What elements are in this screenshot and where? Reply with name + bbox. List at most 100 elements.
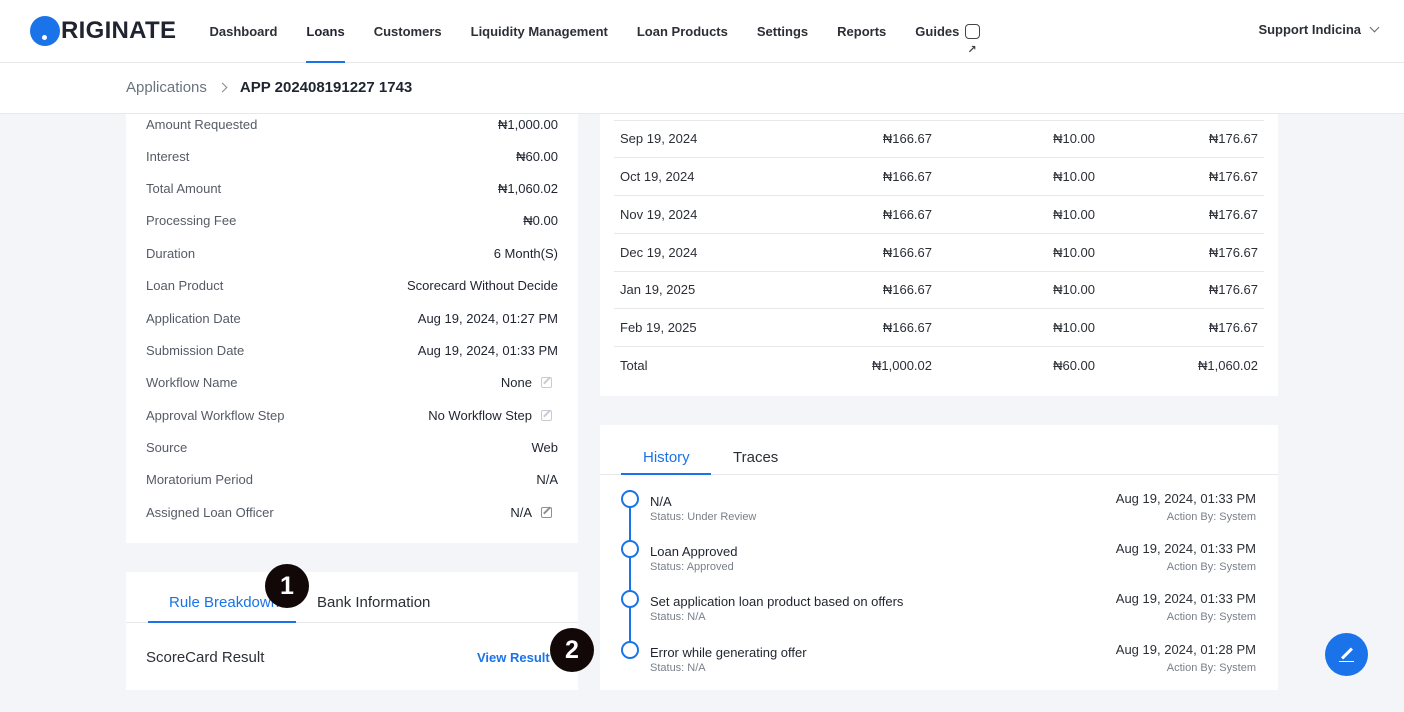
nav-loan-products[interactable]: Loan Products: [622, 0, 742, 63]
detail-value: ₦0.00: [523, 212, 558, 228]
detail-label: Interest: [146, 148, 190, 164]
nav-customers[interactable]: Customers: [359, 0, 456, 63]
breadcrumb-applications[interactable]: Applications: [126, 79, 207, 96]
event-action-by: Action By: System: [1166, 511, 1256, 523]
history-tabs: History Traces: [600, 425, 1278, 475]
edit-workflow-icon[interactable]: [541, 376, 552, 388]
loan-details-card: Amount Requested ₦1,000.00 Interest ₦60.00…: [126, 114, 578, 543]
cell-total-label: Total: [620, 358, 648, 373]
cell-date: Feb 19, 2025: [620, 320, 697, 335]
edit-fab-button[interactable]: [1325, 633, 1368, 676]
cell-principal: ₦166.67: [882, 131, 932, 146]
event-status: Status: Under Review: [650, 511, 757, 523]
table-row: Sep 19, 2024 ₦166.67 ₦10.00 ₦176.67: [614, 120, 1264, 158]
edit-loan-officer-icon[interactable]: [541, 506, 552, 518]
cell-interest: ₦10.00: [1053, 207, 1095, 222]
tab-rule-breakdown[interactable]: Rule Breakdown: [169, 594, 279, 611]
cell-principal-total: ₦1,000.02: [872, 358, 932, 373]
detail-row: Processing Fee ₦0.00: [146, 210, 558, 230]
detail-value: None: [500, 374, 532, 390]
logo-mark-icon: [30, 16, 60, 46]
table-total-row: Total ₦1,000.02 ₦60.00 ₦1,060.02: [614, 347, 1264, 385]
detail-row: Total Amount ₦1,060.02: [146, 178, 558, 198]
tab-traces[interactable]: Traces: [733, 449, 778, 466]
cell-interest: ₦10.00: [1053, 282, 1095, 297]
annotation-marker-1: 1: [265, 564, 309, 608]
timeline-dot-icon: [621, 641, 639, 659]
breadcrumb-current: APP 202408191227 1743: [239, 79, 413, 96]
repayment-schedule-table: Sep 19, 2024 ₦166.67 ₦10.00 ₦176.67 Oct …: [600, 114, 1278, 396]
nav-loans[interactable]: Loans: [292, 0, 359, 63]
detail-value-wrap: No Workflow Step: [428, 408, 558, 423]
detail-value-wrap: None: [501, 375, 558, 390]
table-row: Nov 19, 2024 ₦166.67 ₦10.00 ₦176.67: [614, 196, 1264, 234]
nav-dashboard[interactable]: Dashboard: [195, 0, 292, 63]
table-row: Oct 19, 2024 ₦166.67 ₦10.00 ₦176.67: [614, 158, 1264, 196]
breadcrumb: Applications APP 202408191227 1743: [126, 79, 412, 96]
cell-principal: ₦166.67: [882, 320, 932, 335]
nav-reports[interactable]: Reports: [823, 0, 901, 63]
cell-total: ₦176.67: [1208, 131, 1258, 146]
detail-label: Assigned Loan Officer: [146, 504, 274, 520]
detail-value: Aug 19, 2024, 01:33 PM: [417, 342, 558, 358]
logo[interactable]: RIGINATE: [30, 15, 176, 47]
detail-row: Loan Product Scorecard Without Decide: [146, 275, 558, 295]
cell-principal: ₦166.67: [882, 207, 932, 222]
detail-row: Approval Workflow Step No Workflow Step: [146, 405, 558, 425]
detail-label: Application Date: [146, 310, 241, 326]
cell-date: Jan 19, 2025: [620, 282, 696, 297]
detail-value: N/A: [536, 471, 558, 487]
cell-date: Dec 19, 2024: [620, 245, 698, 260]
cell-date: Sep 19, 2024: [620, 131, 698, 146]
table-row: Jan 19, 2025 ₦166.67 ₦10.00 ₦176.67: [614, 271, 1264, 309]
detail-row: Interest ₦60.00: [146, 146, 558, 166]
rule-breakdown-card: Rule Breakdown Bank Information ScoreCar…: [126, 572, 578, 690]
detail-label: Approval Workflow Step: [146, 407, 285, 423]
event-action-by: Action By: System: [1166, 662, 1256, 674]
cell-principal: ₦166.67: [882, 282, 932, 297]
edit-workflow-step-icon[interactable]: [541, 409, 552, 421]
tab-bank-information[interactable]: Bank Information: [317, 594, 430, 611]
main-nav: Dashboard Loans Customers Liquidity Mana…: [195, 0, 995, 80]
external-link-icon: [965, 21, 981, 80]
nav-liquidity-management[interactable]: Liquidity Management: [456, 0, 622, 63]
nav-settings[interactable]: Settings: [742, 0, 822, 63]
cell-date: Oct 19, 2024: [620, 169, 695, 184]
cell-interest-total: ₦60.00: [1053, 358, 1095, 373]
event-date: Aug 19, 2024, 01:28 PM: [1115, 642, 1256, 657]
cell-total: ₦176.67: [1208, 245, 1258, 260]
event-date: Aug 19, 2024, 01:33 PM: [1115, 491, 1256, 506]
event-date: Aug 19, 2024, 01:33 PM: [1115, 591, 1256, 606]
chevron-down-icon: [1369, 22, 1380, 33]
annotation-marker-2: 2: [550, 628, 594, 672]
detail-label: Workflow Name: [146, 374, 238, 390]
view-result-link[interactable]: View Result: [477, 650, 550, 665]
table-row: Dec 19, 2024 ₦166.67 ₦10.00 ₦176.67: [614, 234, 1264, 272]
event-date: Aug 19, 2024, 01:33 PM: [1115, 541, 1256, 556]
tab-history[interactable]: History: [643, 449, 690, 466]
event-title: Error while generating offer: [650, 645, 807, 660]
active-tab-indicator: [621, 473, 711, 475]
logo-text: RIGINATE: [61, 17, 177, 44]
timeline-dot-icon: [621, 540, 639, 558]
event-action-by: Action By: System: [1166, 611, 1256, 623]
detail-label: Processing Fee: [146, 212, 237, 228]
detail-value: Scorecard Without Decide: [406, 277, 558, 293]
cell-interest: ₦10.00: [1053, 169, 1095, 184]
cell-principal: ₦166.67: [882, 245, 932, 260]
detail-label: Submission Date: [146, 342, 245, 358]
cell-total: ₦176.67: [1208, 207, 1258, 222]
event-title: Set application loan product based on of…: [650, 594, 904, 609]
event-title: Loan Approved: [650, 544, 738, 559]
user-menu[interactable]: Support Indicina: [1258, 22, 1380, 37]
cell-date: Nov 19, 2024: [620, 207, 698, 222]
detail-value: ₦60.00: [516, 148, 558, 164]
cell-total: ₦176.67: [1208, 282, 1258, 297]
detail-row: Assigned Loan Officer N/A: [146, 502, 558, 522]
detail-label: Source: [146, 439, 188, 455]
nav-guides[interactable]: Guides: [901, 0, 995, 80]
cell-interest: ₦10.00: [1053, 320, 1095, 335]
event-status: Status: N/A: [650, 611, 706, 623]
detail-row: Submission Date Aug 19, 2024, 01:33 PM: [146, 340, 558, 360]
detail-value: ₦1,060.02: [498, 180, 558, 196]
